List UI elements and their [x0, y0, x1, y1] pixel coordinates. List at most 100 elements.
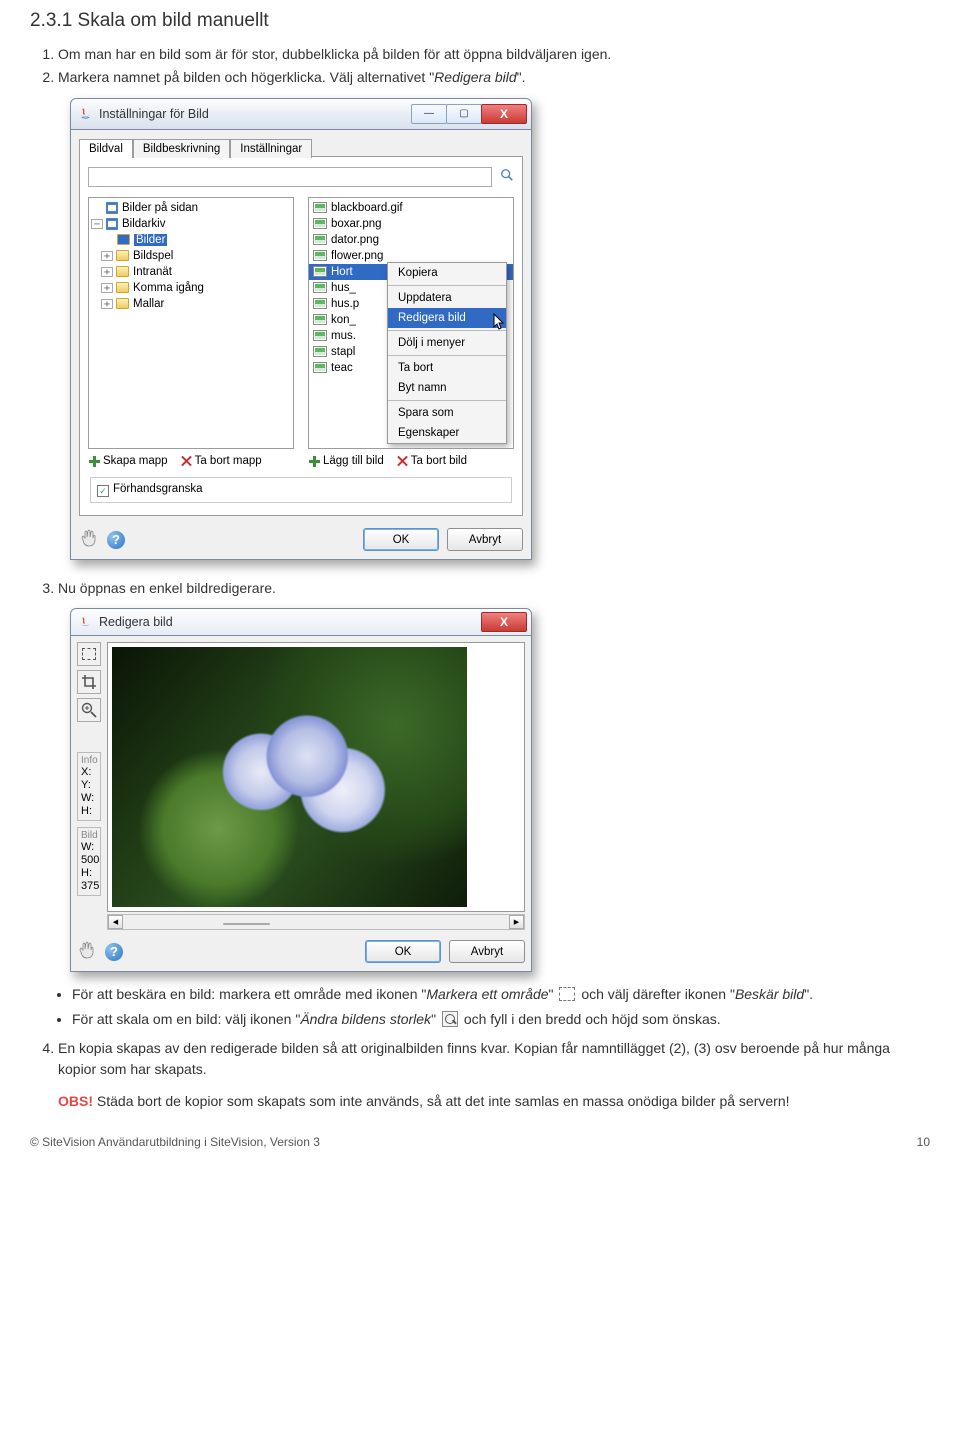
- file-list[interactable]: blackboard.gif boxar.png dator.png flowe…: [308, 197, 514, 449]
- dialog-titlebar[interactable]: Inställningar för Bild — ▢ X: [70, 98, 532, 130]
- scroll-right-button[interactable]: ▶: [509, 915, 524, 929]
- image-file-icon: [313, 282, 327, 293]
- flower-image: [112, 647, 467, 907]
- bullet-text: och fyll i den bredd och höjd som önskas…: [464, 1011, 721, 1027]
- image-file-icon: [313, 250, 327, 261]
- tab-installningar[interactable]: Inställningar: [230, 139, 312, 158]
- tree-item-bildarkiv[interactable]: −Bildarkiv: [89, 216, 293, 232]
- hand-icon[interactable]: [77, 940, 99, 963]
- bild-h: H: 375: [81, 867, 97, 893]
- context-item-dolj[interactable]: Dölj i menyer: [388, 333, 506, 353]
- tree-item-bildspel[interactable]: +Bildspel: [89, 248, 293, 264]
- file-item[interactable]: blackboard.gif: [309, 200, 513, 216]
- plus-icon: [308, 455, 320, 467]
- context-item-spara-som[interactable]: Spara som: [388, 403, 506, 423]
- tree-label: Bilder: [134, 234, 167, 246]
- close-button[interactable]: X: [481, 612, 527, 632]
- file-name: Hort: [331, 266, 353, 278]
- context-item-egenskaper[interactable]: Egenskaper: [388, 423, 506, 443]
- horizontal-scrollbar[interactable]: ◀ ▶: [107, 914, 525, 930]
- image-file-icon: [313, 330, 327, 341]
- crop-tool[interactable]: [77, 670, 101, 694]
- step-2-text-c: ".: [517, 69, 526, 85]
- file-name: teac: [331, 362, 353, 374]
- tree-label: Komma igång: [133, 282, 204, 294]
- help-icon[interactable]: ?: [105, 943, 123, 961]
- bullet-em: Ändra bildens storlek: [300, 1011, 431, 1027]
- preview-checkbox[interactable]: ✓: [97, 485, 109, 497]
- info-y: Y:: [81, 779, 97, 792]
- tree-item-komma-igang[interactable]: +Komma igång: [89, 280, 293, 296]
- tab-bildbeskrivning[interactable]: Bildbeskrivning: [133, 139, 230, 158]
- tree-item-bilder[interactable]: Bilder: [89, 232, 293, 248]
- file-name: hus_: [331, 282, 356, 294]
- info-label: Info: [81, 755, 97, 766]
- scroll-thumb[interactable]: [223, 923, 269, 925]
- dialog-title: Inställningar för Bild: [99, 107, 209, 121]
- add-image-button[interactable]: Lägg till bild: [308, 455, 384, 467]
- dialog2-titlebar[interactable]: Redigera bild X: [70, 608, 532, 636]
- preview-label: Förhandsgranska: [113, 483, 203, 495]
- footer-page-number: 10: [917, 1135, 930, 1149]
- minimize-button[interactable]: —: [411, 104, 447, 124]
- bullet-em: Beskär bild: [735, 986, 804, 1002]
- hand-icon[interactable]: [79, 528, 101, 551]
- tree-item-intranat[interactable]: +Intranät: [89, 264, 293, 280]
- cancel-button[interactable]: Avbryt: [449, 940, 525, 963]
- context-item-ta-bort[interactable]: Ta bort: [388, 358, 506, 378]
- database-icon: [106, 218, 118, 230]
- scroll-left-button[interactable]: ◀: [108, 915, 123, 929]
- step-4: En kopia skapas av den redigerade bilden…: [58, 1038, 930, 1079]
- context-item-byt-namn[interactable]: Byt namn: [388, 378, 506, 398]
- image-canvas[interactable]: [107, 642, 525, 912]
- tree-label: Bildspel: [133, 250, 173, 262]
- create-folder-button[interactable]: Skapa mapp: [88, 455, 168, 467]
- folder-icon: [116, 298, 129, 309]
- obs-paragraph: OBS! Städa bort de kopior som skapats so…: [30, 1093, 930, 1109]
- step-2-text-a: Markera namnet på bilden och högerklicka…: [58, 69, 434, 85]
- obs-label: OBS!: [58, 1093, 93, 1109]
- tree-label: Bildarkiv: [122, 218, 165, 230]
- plus-icon: [88, 455, 100, 467]
- cancel-button[interactable]: Avbryt: [447, 528, 523, 551]
- folder-tree[interactable]: Bilder på sidan −Bildarkiv Bilder +Bilds…: [88, 197, 294, 449]
- ok-button[interactable]: OK: [365, 940, 441, 963]
- file-name: kon_: [331, 314, 356, 326]
- file-name: stapl: [331, 346, 355, 358]
- tree-label: Mallar: [133, 298, 164, 310]
- context-item-uppdatera[interactable]: Uppdatera: [388, 288, 506, 308]
- bullet-text: ": [549, 986, 554, 1002]
- tree-label: Intranät: [133, 266, 172, 278]
- search-input[interactable]: [88, 167, 492, 187]
- file-item[interactable]: dator.png: [309, 232, 513, 248]
- java-icon: [78, 106, 93, 121]
- delete-folder-button[interactable]: Ta bort mapp: [180, 455, 262, 467]
- bullet-text: ".: [804, 986, 813, 1002]
- close-button[interactable]: X: [481, 104, 527, 124]
- tree-item-mallar[interactable]: +Mallar: [89, 296, 293, 312]
- ok-button[interactable]: OK: [363, 528, 439, 551]
- context-item-kopiera[interactable]: Kopiera: [388, 263, 506, 283]
- step-1: Om man har en bild som är för stor, dubb…: [58, 44, 930, 64]
- delete-image-button[interactable]: Ta bort bild: [396, 455, 467, 467]
- folder-icon: [116, 250, 129, 261]
- tab-bildval[interactable]: Bildval: [79, 139, 133, 158]
- resize-tool[interactable]: [77, 698, 101, 722]
- tree-label: Bilder på sidan: [122, 202, 198, 214]
- folder-icon: [117, 234, 130, 245]
- preview-row: ✓ Förhandsgranska: [90, 477, 512, 504]
- image-settings-dialog: Inställningar för Bild — ▢ X Bildval Bil…: [70, 98, 532, 561]
- bullet-crop: För att beskära en bild: markera ett omr…: [72, 984, 930, 1005]
- tree-item-bilder-pa-sidan[interactable]: Bilder på sidan: [89, 200, 293, 216]
- image-file-icon: [313, 346, 327, 357]
- search-icon[interactable]: [500, 168, 514, 185]
- image-file-icon: [313, 218, 327, 229]
- footer-left: © SiteVision Användarutbildning i SiteVi…: [30, 1135, 320, 1149]
- context-item-redigera-bild[interactable]: Redigera bild: [388, 308, 506, 328]
- obs-text: Städa bort de kopior som skapats som int…: [93, 1093, 790, 1109]
- help-icon[interactable]: ?: [107, 531, 125, 549]
- select-area-tool[interactable]: [77, 642, 101, 666]
- file-item[interactable]: boxar.png: [309, 216, 513, 232]
- bullet-text: ": [431, 1011, 436, 1027]
- maximize-button[interactable]: ▢: [446, 104, 482, 124]
